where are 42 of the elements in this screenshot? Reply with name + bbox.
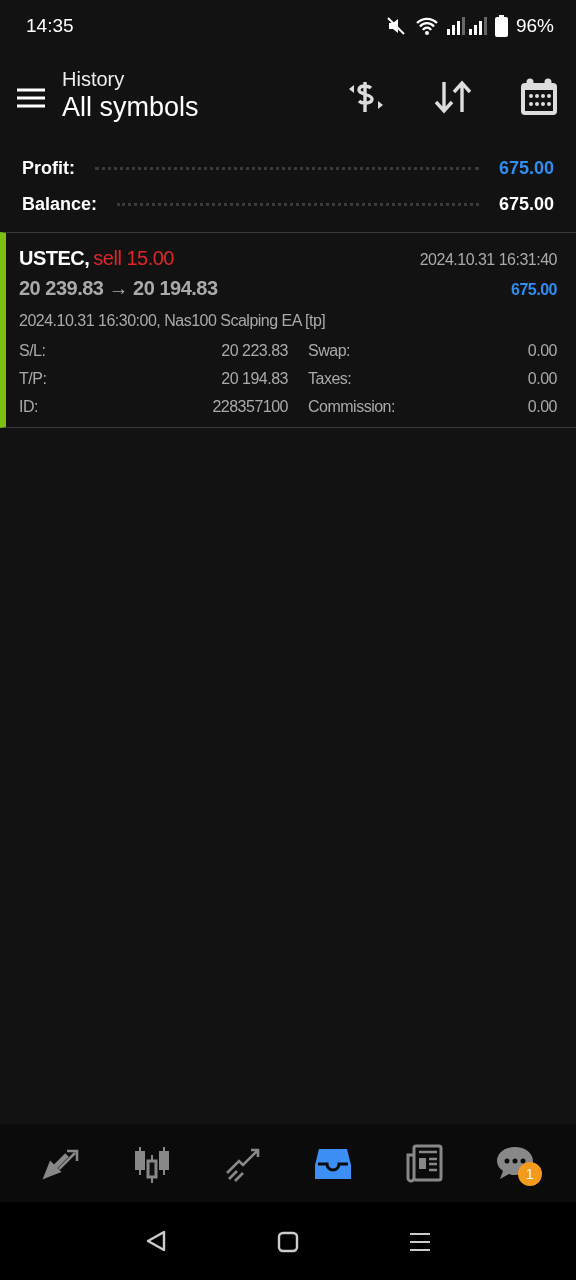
profit-value: 675.00 [511,280,557,300]
notification-badge: 1 [517,1162,542,1186]
home-button[interactable] [277,1229,299,1253]
mute-icon [384,15,407,37]
deal-time: 2024.10.31 16:31:40 [419,250,557,270]
menu-icon [16,86,46,109]
home-icon [277,1230,299,1253]
field-value: 20 194.83 [220,369,288,389]
trade-side: sell 15.00 [93,246,174,271]
recents-icon [409,1231,431,1252]
field-label: Swap: [307,341,351,361]
summary-label: Balance: [22,192,98,216]
field-value: 0.00 [526,397,557,417]
field-label: S/L: [19,341,47,361]
field-label: ID: [19,397,39,417]
calendar-icon [520,78,558,116]
back-button[interactable] [145,1228,167,1254]
header-subtitle: History [62,68,126,91]
summary-label: Profit: [22,156,75,180]
back-icon [145,1229,167,1254]
battery-icon [494,15,508,37]
field-value: 20 223.83 [220,341,288,361]
symbol-text: USTEC, [19,246,90,271]
signal-icon [446,17,487,35]
summary-value: 675.00 [498,156,554,180]
wifi-icon [414,16,439,36]
battery-text: 96% [515,13,554,38]
price-text: 20 239.83 → 20 194.83 [19,276,218,301]
field-label: T/P: [19,369,48,389]
field-value: 228357100 [211,397,288,417]
calendar-button[interactable] [520,78,558,116]
sort-icon [434,80,472,114]
summary-value: 675.00 [498,192,554,216]
comment-text: 2024.10.31 16:30:00, Nas100 Scalping EA [tp] [19,311,327,331]
field-label: Commission: [307,397,396,417]
clock-text: 14:35 [26,13,74,38]
header-title[interactable]: All symbols [62,90,346,126]
sort-button[interactable] [434,80,472,114]
field-value: 0.00 [526,369,557,389]
deal-card[interactable]: USTEC, sell 15.00 2024.10.31 16:31:40 20 239.83 → 20 194.83 675.00 2024.10.31 16:30:00, Nas100 Scalping EA [tp] S/L: 20 223.83 Swap: 0.00 T/P: 20 194.83 Taxes: 0.00 ID: 228357100 Commission: 0.00 [0,232,576,428]
field-label: Taxes: [307,369,353,389]
field-value: 0.00 [526,341,557,361]
